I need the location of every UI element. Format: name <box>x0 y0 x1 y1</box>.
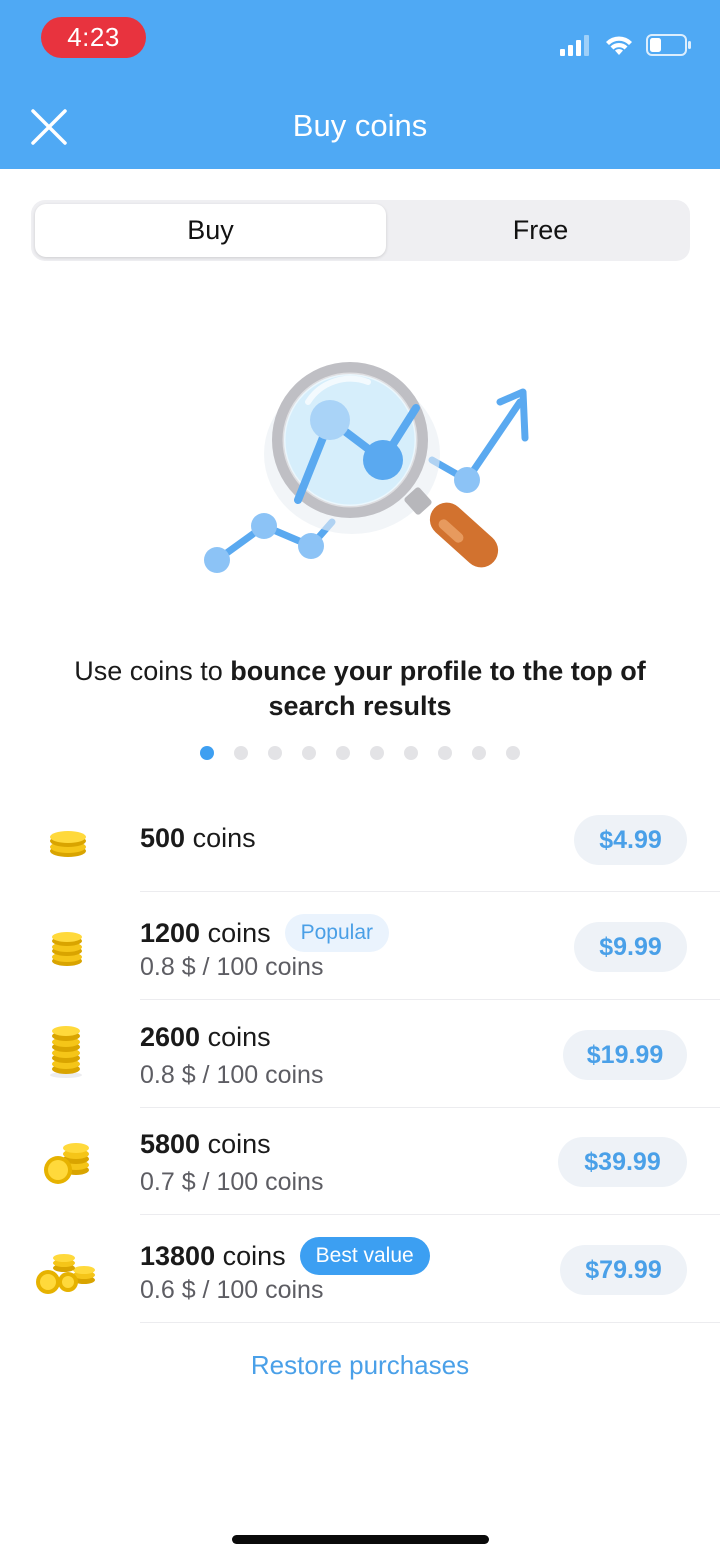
coin-stack-icon <box>52 932 82 966</box>
page-title: Buy coins <box>292 108 428 143</box>
buy-free-segmented-control: Buy Free <box>31 200 690 261</box>
promo-headline: Use coins to bounce your profile to the … <box>30 654 690 724</box>
package-amount: 500 coins <box>140 823 256 853</box>
restore-purchases-link[interactable]: Restore purchases <box>0 1350 720 1381</box>
status-icons <box>560 30 692 60</box>
promo-text-bold: bounce your profile to the top of search… <box>230 656 646 721</box>
coin-stack-icon <box>44 1143 89 1184</box>
page-dot[interactable] <box>404 746 418 760</box>
top-bar: 4:23 Buy coins <box>0 0 720 169</box>
package-rate: 0.8 $ / 100 coins <box>140 953 324 981</box>
coin-stack-icon <box>50 1026 82 1078</box>
coin-package-2600[interactable]: 2600 coins 0.8 $ / 100 coins $19.99 <box>0 1001 720 1108</box>
page-dot[interactable] <box>234 746 248 760</box>
price-button[interactable]: $39.99 <box>558 1137 687 1187</box>
tab-free[interactable]: Free <box>391 200 690 261</box>
page-dot[interactable] <box>370 746 384 760</box>
page-dot[interactable] <box>336 746 350 760</box>
divider <box>140 1214 720 1215</box>
coin-package-1200[interactable]: 1200 coins Popular 0.8 $ / 100 coins $9.9… <box>0 893 720 1000</box>
package-rate: 0.7 $ / 100 coins <box>140 1168 324 1196</box>
coin-package-5800[interactable]: 5800 coins 0.7 $ / 100 coins $39.99 <box>0 1108 720 1215</box>
popular-badge: Popular <box>284 914 390 952</box>
page-dot[interactable] <box>438 746 452 760</box>
coin-stack-icon <box>50 831 86 857</box>
package-amount: 2600 coins <box>140 1022 271 1052</box>
coin-package-500[interactable]: 500 coins $4.99 <box>0 785 720 892</box>
pagination-dots <box>200 746 520 760</box>
package-rate: 0.6 $ / 100 coins <box>140 1276 324 1304</box>
page-dot[interactable] <box>200 746 214 760</box>
divider <box>140 1322 720 1323</box>
page-dot[interactable] <box>472 746 486 760</box>
divider <box>140 999 720 1000</box>
search-growth-illustration <box>204 362 529 573</box>
status-time: 4:23 <box>41 17 146 58</box>
best-value-badge: Best value <box>299 1237 430 1275</box>
page-dot[interactable] <box>302 746 316 760</box>
coin-package-13800[interactable]: 13800 coins Best value 0.6 $ / 100 coins … <box>0 1216 720 1323</box>
home-indicator[interactable] <box>232 1535 489 1544</box>
price-button[interactable]: $79.99 <box>560 1245 687 1295</box>
package-amount: 5800 coins <box>140 1129 271 1159</box>
page-dot[interactable] <box>506 746 520 760</box>
battery-icon <box>646 34 691 56</box>
page-dot[interactable] <box>268 746 282 760</box>
signal-icon <box>560 35 589 56</box>
coin-stack-icon <box>36 1254 95 1294</box>
package-amount: 13800 coins Best value <box>140 1237 430 1275</box>
price-button[interactable]: $9.99 <box>574 922 687 972</box>
package-rate: 0.8 $ / 100 coins <box>140 1061 324 1089</box>
promo-text-normal: Use coins to <box>74 656 231 686</box>
divider <box>140 891 720 892</box>
price-button[interactable]: $4.99 <box>574 815 687 865</box>
wifi-icon <box>606 36 632 55</box>
tab-buy[interactable]: Buy <box>35 204 386 257</box>
package-amount: 1200 coins Popular <box>140 914 390 952</box>
price-button[interactable]: $19.99 <box>563 1030 687 1080</box>
